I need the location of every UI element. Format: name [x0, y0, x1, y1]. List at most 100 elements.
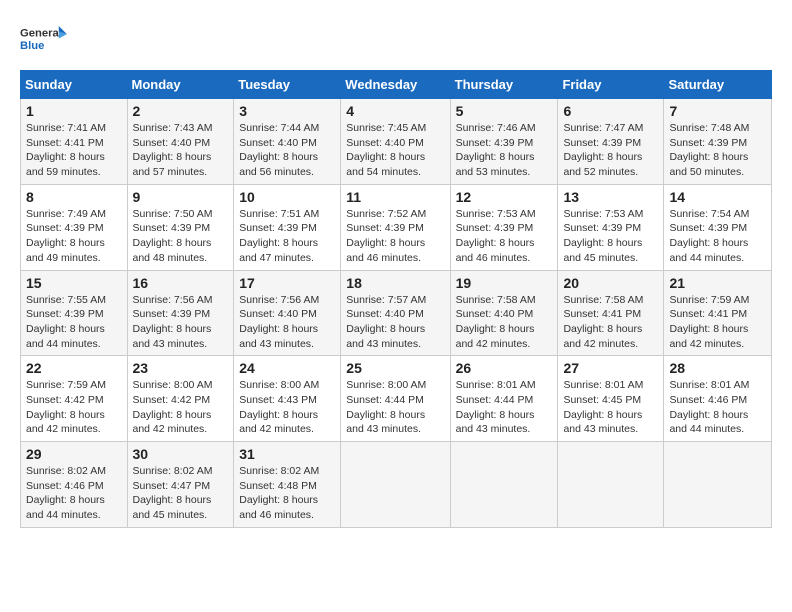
day-info: Sunrise: 8:01 AMSunset: 4:46 PMDaylight:…: [669, 378, 766, 437]
day-number: 11: [346, 189, 444, 205]
day-info: Sunrise: 7:52 AMSunset: 4:39 PMDaylight:…: [346, 207, 444, 266]
day-number: 2: [133, 103, 229, 119]
day-info: Sunrise: 7:47 AMSunset: 4:39 PMDaylight:…: [563, 121, 658, 180]
day-info: Sunrise: 8:00 AMSunset: 4:44 PMDaylight:…: [346, 378, 444, 437]
day-number: 3: [239, 103, 335, 119]
calendar-cell: 26 Sunrise: 8:01 AMSunset: 4:44 PMDaylig…: [450, 356, 558, 442]
day-number: 31: [239, 446, 335, 462]
logo: General Blue: [20, 20, 70, 60]
day-info: Sunrise: 7:56 AMSunset: 4:39 PMDaylight:…: [133, 293, 229, 352]
day-number: 4: [346, 103, 444, 119]
calendar-week-row: 22 Sunrise: 7:59 AMSunset: 4:42 PMDaylig…: [21, 356, 772, 442]
calendar-cell: 11 Sunrise: 7:52 AMSunset: 4:39 PMDaylig…: [341, 184, 450, 270]
day-info: Sunrise: 7:59 AMSunset: 4:41 PMDaylight:…: [669, 293, 766, 352]
day-number: 21: [669, 275, 766, 291]
calendar-cell: [664, 442, 772, 528]
calendar-cell: 6 Sunrise: 7:47 AMSunset: 4:39 PMDayligh…: [558, 99, 664, 185]
day-info: Sunrise: 7:59 AMSunset: 4:42 PMDaylight:…: [26, 378, 122, 437]
calendar-cell: 1 Sunrise: 7:41 AMSunset: 4:41 PMDayligh…: [21, 99, 128, 185]
calendar-cell: 16 Sunrise: 7:56 AMSunset: 4:39 PMDaylig…: [127, 270, 234, 356]
day-info: Sunrise: 7:57 AMSunset: 4:40 PMDaylight:…: [346, 293, 444, 352]
day-number: 28: [669, 360, 766, 376]
day-number: 7: [669, 103, 766, 119]
day-info: Sunrise: 7:53 AMSunset: 4:39 PMDaylight:…: [563, 207, 658, 266]
day-number: 18: [346, 275, 444, 291]
day-number: 9: [133, 189, 229, 205]
day-info: Sunrise: 7:45 AMSunset: 4:40 PMDaylight:…: [346, 121, 444, 180]
calendar-cell: 17 Sunrise: 7:56 AMSunset: 4:40 PMDaylig…: [234, 270, 341, 356]
calendar-week-row: 1 Sunrise: 7:41 AMSunset: 4:41 PMDayligh…: [21, 99, 772, 185]
day-number: 24: [239, 360, 335, 376]
day-number: 16: [133, 275, 229, 291]
day-number: 22: [26, 360, 122, 376]
weekday-header: Wednesday: [341, 71, 450, 99]
weekday-header: Saturday: [664, 71, 772, 99]
weekday-header: Friday: [558, 71, 664, 99]
day-info: Sunrise: 7:50 AMSunset: 4:39 PMDaylight:…: [133, 207, 229, 266]
day-number: 8: [26, 189, 122, 205]
calendar-cell: 8 Sunrise: 7:49 AMSunset: 4:39 PMDayligh…: [21, 184, 128, 270]
day-info: Sunrise: 7:48 AMSunset: 4:39 PMDaylight:…: [669, 121, 766, 180]
day-info: Sunrise: 7:58 AMSunset: 4:41 PMDaylight:…: [563, 293, 658, 352]
svg-text:Blue: Blue: [20, 40, 44, 52]
calendar-cell: [450, 442, 558, 528]
calendar-cell: 13 Sunrise: 7:53 AMSunset: 4:39 PMDaylig…: [558, 184, 664, 270]
day-number: 20: [563, 275, 658, 291]
calendar-cell: 5 Sunrise: 7:46 AMSunset: 4:39 PMDayligh…: [450, 99, 558, 185]
day-number: 17: [239, 275, 335, 291]
day-info: Sunrise: 7:44 AMSunset: 4:40 PMDaylight:…: [239, 121, 335, 180]
calendar-cell: [558, 442, 664, 528]
calendar-cell: 31 Sunrise: 8:02 AMSunset: 4:48 PMDaylig…: [234, 442, 341, 528]
calendar-cell: 14 Sunrise: 7:54 AMSunset: 4:39 PMDaylig…: [664, 184, 772, 270]
day-number: 23: [133, 360, 229, 376]
calendar-cell: 23 Sunrise: 8:00 AMSunset: 4:42 PMDaylig…: [127, 356, 234, 442]
day-number: 29: [26, 446, 122, 462]
calendar-week-row: 8 Sunrise: 7:49 AMSunset: 4:39 PMDayligh…: [21, 184, 772, 270]
calendar-cell: 21 Sunrise: 7:59 AMSunset: 4:41 PMDaylig…: [664, 270, 772, 356]
calendar-cell: 3 Sunrise: 7:44 AMSunset: 4:40 PMDayligh…: [234, 99, 341, 185]
calendar-cell: 30 Sunrise: 8:02 AMSunset: 4:47 PMDaylig…: [127, 442, 234, 528]
day-number: 13: [563, 189, 658, 205]
day-number: 15: [26, 275, 122, 291]
day-number: 27: [563, 360, 658, 376]
day-info: Sunrise: 7:41 AMSunset: 4:41 PMDaylight:…: [26, 121, 122, 180]
day-number: 26: [456, 360, 553, 376]
weekday-header-row: SundayMondayTuesdayWednesdayThursdayFrid…: [21, 71, 772, 99]
day-info: Sunrise: 8:00 AMSunset: 4:42 PMDaylight:…: [133, 378, 229, 437]
calendar-cell: 25 Sunrise: 8:00 AMSunset: 4:44 PMDaylig…: [341, 356, 450, 442]
day-info: Sunrise: 8:01 AMSunset: 4:45 PMDaylight:…: [563, 378, 658, 437]
day-number: 6: [563, 103, 658, 119]
day-info: Sunrise: 8:02 AMSunset: 4:47 PMDaylight:…: [133, 464, 229, 523]
day-info: Sunrise: 7:54 AMSunset: 4:39 PMDaylight:…: [669, 207, 766, 266]
calendar-cell: 2 Sunrise: 7:43 AMSunset: 4:40 PMDayligh…: [127, 99, 234, 185]
day-info: Sunrise: 8:02 AMSunset: 4:46 PMDaylight:…: [26, 464, 122, 523]
day-info: Sunrise: 7:58 AMSunset: 4:40 PMDaylight:…: [456, 293, 553, 352]
weekday-header: Thursday: [450, 71, 558, 99]
weekday-header: Sunday: [21, 71, 128, 99]
svg-text:General: General: [20, 28, 62, 40]
calendar-cell: 20 Sunrise: 7:58 AMSunset: 4:41 PMDaylig…: [558, 270, 664, 356]
day-info: Sunrise: 7:56 AMSunset: 4:40 PMDaylight:…: [239, 293, 335, 352]
calendar-cell: 4 Sunrise: 7:45 AMSunset: 4:40 PMDayligh…: [341, 99, 450, 185]
day-number: 1: [26, 103, 122, 119]
page-header: General Blue: [20, 20, 772, 60]
day-number: 30: [133, 446, 229, 462]
calendar-cell: 7 Sunrise: 7:48 AMSunset: 4:39 PMDayligh…: [664, 99, 772, 185]
day-info: Sunrise: 8:00 AMSunset: 4:43 PMDaylight:…: [239, 378, 335, 437]
calendar-cell: 28 Sunrise: 8:01 AMSunset: 4:46 PMDaylig…: [664, 356, 772, 442]
calendar-cell: 22 Sunrise: 7:59 AMSunset: 4:42 PMDaylig…: [21, 356, 128, 442]
calendar-cell: 19 Sunrise: 7:58 AMSunset: 4:40 PMDaylig…: [450, 270, 558, 356]
calendar-cell: 27 Sunrise: 8:01 AMSunset: 4:45 PMDaylig…: [558, 356, 664, 442]
day-info: Sunrise: 7:49 AMSunset: 4:39 PMDaylight:…: [26, 207, 122, 266]
calendar-cell: 15 Sunrise: 7:55 AMSunset: 4:39 PMDaylig…: [21, 270, 128, 356]
day-number: 12: [456, 189, 553, 205]
day-info: Sunrise: 7:46 AMSunset: 4:39 PMDaylight:…: [456, 121, 553, 180]
day-number: 10: [239, 189, 335, 205]
day-info: Sunrise: 7:55 AMSunset: 4:39 PMDaylight:…: [26, 293, 122, 352]
day-number: 19: [456, 275, 553, 291]
calendar-cell: 12 Sunrise: 7:53 AMSunset: 4:39 PMDaylig…: [450, 184, 558, 270]
day-number: 5: [456, 103, 553, 119]
calendar-cell: 9 Sunrise: 7:50 AMSunset: 4:39 PMDayligh…: [127, 184, 234, 270]
calendar-cell: 10 Sunrise: 7:51 AMSunset: 4:39 PMDaylig…: [234, 184, 341, 270]
day-info: Sunrise: 7:43 AMSunset: 4:40 PMDaylight:…: [133, 121, 229, 180]
